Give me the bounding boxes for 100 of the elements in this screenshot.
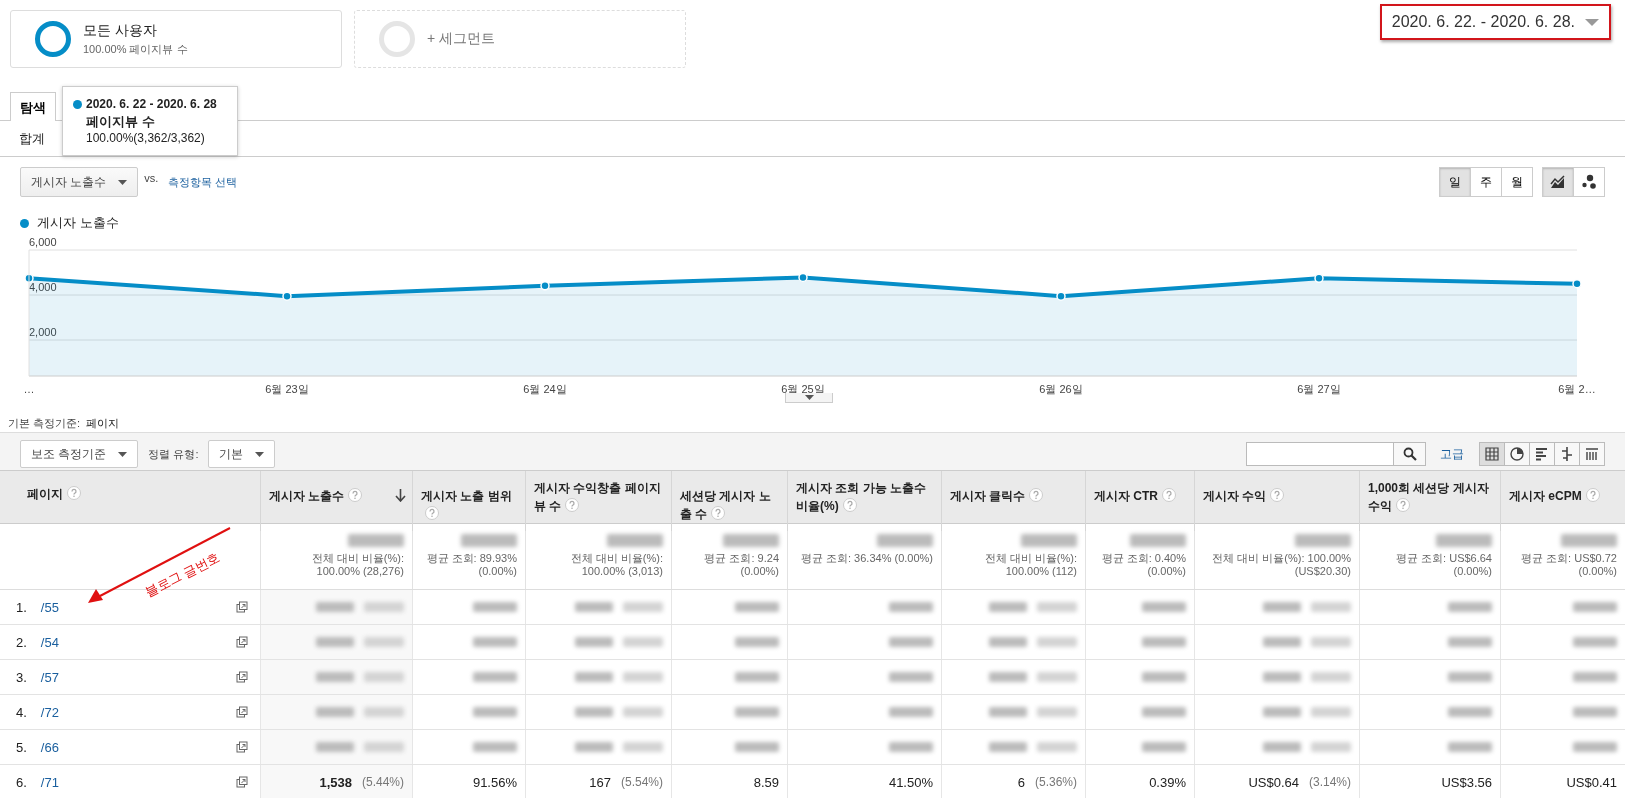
help-icon[interactable] (1396, 498, 1410, 512)
legend-label: 게시자 노출수 (37, 214, 119, 232)
blurred-value (1263, 602, 1301, 612)
primary-dimension-value[interactable]: 페이지 (86, 416, 120, 432)
segment-card[interactable]: 모든 사용자 100.00% 페이지뷰 수 (10, 10, 342, 68)
data-point[interactable] (282, 291, 292, 301)
open-page-icon[interactable] (236, 776, 248, 788)
total-note: (0.00%) (1453, 565, 1492, 578)
column-header[interactable]: 게시자 노출수 (269, 487, 404, 505)
data-point[interactable] (1056, 291, 1066, 301)
line-chart-button[interactable] (1542, 167, 1574, 197)
search-button[interactable] (1394, 442, 1426, 466)
segment-card[interactable]: + 세그먼트 (354, 10, 686, 68)
bar-view-button[interactable] (1529, 442, 1555, 466)
blurred-value (575, 672, 613, 682)
help-icon[interactable] (1029, 488, 1044, 502)
open-page-icon[interactable] (236, 741, 248, 753)
subtab[interactable]: 합계 (19, 129, 45, 148)
help-icon[interactable] (1270, 488, 1285, 502)
cell-share: (3.14%) (1308, 775, 1351, 789)
bubble-chart-button[interactable] (1573, 167, 1605, 197)
column-header[interactable]: 게시자 eCPM (1509, 487, 1617, 505)
column-header[interactable]: 게시자 노출 범위 (421, 487, 517, 523)
secondary-dimension-dropdown[interactable]: 보조 측정기준 (20, 440, 139, 468)
blurred-value (1573, 672, 1617, 682)
blurred-share (1311, 602, 1351, 612)
tab[interactable]: 탐색 (10, 92, 56, 121)
segment-subtitle: 100.00% 페이지뷰 수 (83, 41, 188, 57)
blurred-total (723, 534, 779, 547)
total-note: (0.00%) (740, 565, 779, 578)
data-point[interactable] (1572, 279, 1582, 289)
page-link[interactable]: /66 (40, 739, 59, 755)
pie-view-button[interactable] (1504, 442, 1530, 466)
column-header[interactable]: 게시자 클릭수 (950, 487, 1077, 505)
advanced-link[interactable]: 고급 (1440, 445, 1464, 463)
period-button[interactable]: 월 (1501, 167, 1533, 197)
bar-icon (1534, 446, 1550, 462)
page-link[interactable]: /72 (40, 704, 59, 720)
table-view-button[interactable] (1479, 442, 1505, 466)
column-header[interactable]: 페이지 (27, 485, 252, 503)
cell-share: (5.36%) (1034, 775, 1077, 789)
metric-dropdown[interactable]: 게시자 노출수 (20, 167, 139, 197)
column-header[interactable]: 세션당 게시자 노출 수 (680, 487, 779, 523)
date-range-picker[interactable]: 2020. 6. 22. - 2020. 6. 28. (1379, 4, 1611, 40)
data-point[interactable] (24, 273, 34, 284)
column-header[interactable]: 1,000회 세션당 게시자 수익 (1368, 479, 1492, 515)
help-icon[interactable] (67, 486, 81, 500)
pivot-view-button[interactable] (1579, 442, 1605, 466)
search-field[interactable] (1246, 442, 1394, 466)
total-note: (0.00%) (478, 565, 517, 578)
blurred-share (1037, 602, 1077, 612)
blurred-share (623, 602, 663, 612)
data-point[interactable] (1314, 273, 1324, 284)
blurred-value (473, 637, 517, 647)
blurred-share (1311, 637, 1351, 647)
help-icon[interactable] (711, 506, 726, 520)
period-button[interactable]: 일 (1439, 167, 1471, 197)
vs-label: vs. (144, 172, 159, 184)
help-icon[interactable] (425, 506, 439, 520)
total-note: (0.00%) (1578, 565, 1617, 578)
blurred-share (1037, 742, 1077, 752)
help-icon[interactable] (1162, 488, 1176, 502)
cell-value: US$3.56 (1441, 774, 1492, 790)
blurred-share (364, 672, 404, 682)
cell-value: 91.56% (472, 774, 517, 790)
page-link[interactable]: /57 (40, 669, 59, 685)
blurred-share (1037, 637, 1077, 647)
help-icon[interactable] (1585, 488, 1600, 502)
column-header[interactable]: 게시자 수익 (1203, 487, 1351, 505)
open-page-icon[interactable] (236, 671, 248, 683)
data-point[interactable] (540, 281, 550, 291)
blurred-value (735, 602, 779, 612)
blurred-value (735, 637, 779, 647)
help-icon[interactable] (842, 498, 857, 512)
row-number: 6. (16, 774, 27, 790)
total-note: 전체 대비 비율(%): 100.00% (1212, 552, 1351, 565)
open-page-icon[interactable] (236, 706, 248, 718)
column-header[interactable]: 게시자 수익창출 페이지뷰 수 (534, 479, 663, 515)
data-point[interactable] (798, 272, 808, 283)
period-button[interactable]: 주 (1470, 167, 1502, 197)
open-page-icon[interactable] (236, 601, 248, 613)
help-icon[interactable] (565, 498, 580, 512)
collapse-handle[interactable] (785, 393, 833, 403)
sort-arrow-icon[interactable] (395, 489, 406, 502)
comparison-view-button[interactable] (1554, 442, 1580, 466)
page-link[interactable]: /55 (40, 599, 59, 615)
open-page-icon[interactable] (236, 636, 248, 648)
blurred-value (889, 637, 933, 647)
column-header[interactable]: 게시자 CTR (1094, 487, 1186, 505)
column-header[interactable]: 게시자 조회 가능 노출수 비율(%) (796, 479, 933, 515)
blurred-value (735, 707, 779, 717)
blurred-value (1448, 707, 1492, 717)
blurred-value (1142, 602, 1186, 612)
select-metric-link[interactable]: 측정항목 선택 (168, 174, 238, 190)
total-note: 전체 대비 비율(%): (570, 552, 663, 565)
page-link[interactable]: /71 (40, 774, 59, 790)
help-icon[interactable] (348, 488, 363, 502)
page-link[interactable]: /54 (40, 634, 59, 650)
search-icon (1402, 447, 1417, 461)
sort-type-dropdown[interactable]: 기본 (208, 440, 276, 468)
